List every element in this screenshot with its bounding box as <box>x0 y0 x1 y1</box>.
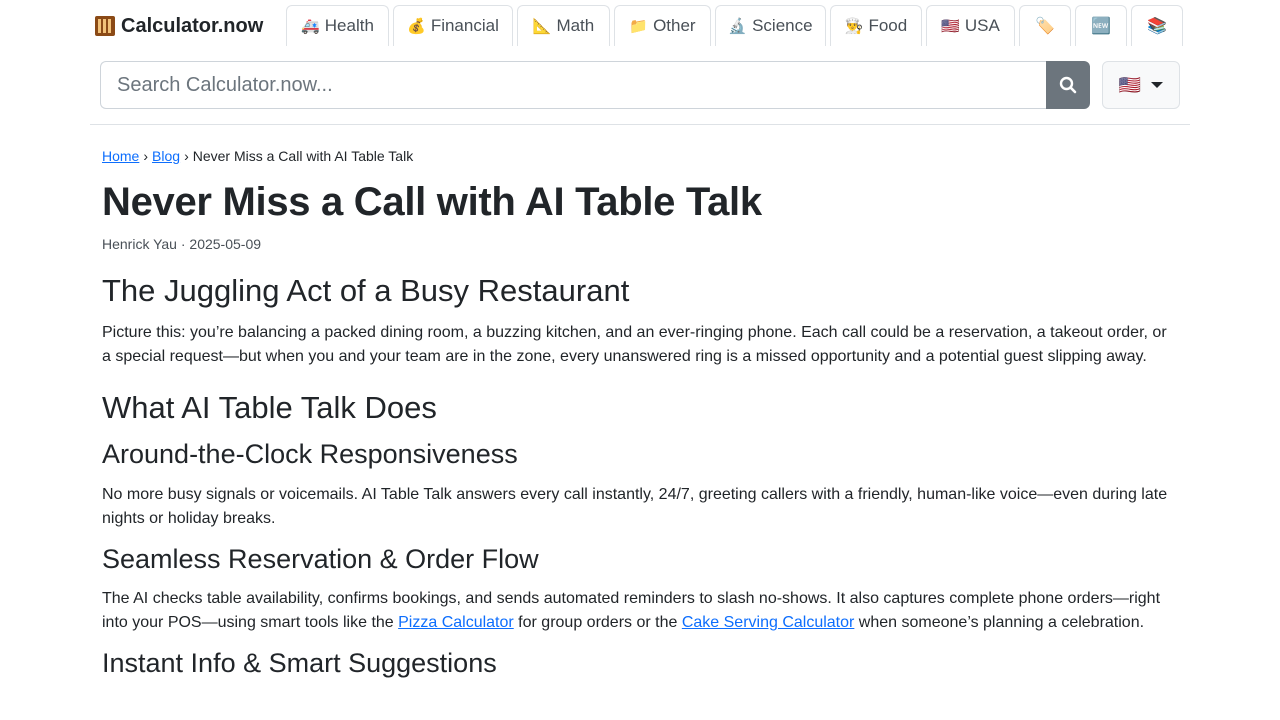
tab-label: Math <box>556 16 595 35</box>
site-header: Calculator.now 🚑 Health 💰 Financial 📐 Ma… <box>90 0 1190 125</box>
subsection-heading: Seamless Reservation & Order Flow <box>102 543 539 574</box>
page-title: Never Miss a Call with AI Table Talk <box>102 180 762 224</box>
paragraph-text: for group orders or the <box>513 614 682 632</box>
caret-down-icon <box>1151 82 1164 88</box>
tab-math[interactable]: 📐 Math <box>517 5 610 46</box>
search-icon <box>1059 76 1077 94</box>
search-bar <box>100 61 1090 109</box>
breadcrumb-separator: › <box>143 148 149 164</box>
abacus-icon <box>95 16 115 36</box>
search-button[interactable] <box>1046 61 1090 109</box>
tab-label: Food <box>868 16 908 35</box>
breadcrumb-current: Never Miss a Call with AI Table Talk <box>192 148 414 164</box>
ambulance-icon: 🚑 <box>301 18 320 35</box>
breadcrumb-separator: › <box>184 148 189 164</box>
tab-other[interactable]: 📁 Other <box>614 5 711 46</box>
tab-label: Health <box>324 16 374 35</box>
subsection-heading: Around-the-Clock Responsiveness <box>102 439 518 470</box>
category-tabs: 🚑 Health 💰 Financial 📐 Math 📁 Other 🔬 Sc… <box>286 5 1187 46</box>
new-badge-icon: 🆕 <box>1091 18 1111 35</box>
paragraph-text: when someone’s planning a celebration. <box>854 614 1145 632</box>
article-meta: Henrick Yau · 2025-05-09 <box>102 236 262 252</box>
article-content: Home › Blog › Never Miss a Call with AI Tabl… <box>102 140 1172 680</box>
folder-icon: 📁 <box>629 18 649 35</box>
subsection-paragraph: No more busy signals or voicemails. AI T… <box>102 485 1168 527</box>
us-flag-icon: 🇺🇸 <box>941 18 960 35</box>
brand-name: Calculator.now <box>121 14 264 37</box>
language-dropdown[interactable]: 🇺🇸 <box>1102 61 1180 109</box>
triangle-ruler-icon: 📐 <box>532 18 552 35</box>
section-heading: The Juggling Act of a Busy Restaurant <box>102 273 630 308</box>
money-bag-icon: 💰 <box>407 18 426 35</box>
chef-icon: 👨‍🍳 <box>844 18 864 35</box>
breadcrumb-home-link[interactable]: Home <box>102 148 139 164</box>
tab-tags[interactable]: 🏷️ <box>1019 5 1071 46</box>
tab-financial[interactable]: 💰 Financial <box>393 5 513 46</box>
tab-label: Other <box>653 16 696 35</box>
tab-blog[interactable]: 📚 <box>1131 5 1183 46</box>
tab-label: USA <box>964 16 1000 35</box>
search-input[interactable] <box>100 61 1047 109</box>
microscope-icon: 🔬 <box>728 18 748 35</box>
tab-new[interactable]: 🆕 <box>1075 5 1127 46</box>
subsection-paragraph: The AI checks table availability, confir… <box>102 587 1172 635</box>
section-heading: What AI Table Talk Does <box>102 390 437 426</box>
cake-serving-calculator-link[interactable]: Cake Serving Calculator <box>682 614 855 631</box>
subsection-heading: Instant Info & Smart Suggestions <box>102 648 497 679</box>
tab-health[interactable]: 🚑 Health <box>286 5 389 46</box>
brand-logo-link[interactable]: Calculator.now <box>95 13 263 39</box>
books-icon: 📚 <box>1147 18 1167 35</box>
us-flag-icon: 🇺🇸 <box>1118 74 1142 95</box>
tab-label: Financial <box>430 16 499 35</box>
tab-label: Science <box>752 16 813 35</box>
tab-food[interactable]: 👨‍🍳 Food <box>830 5 922 46</box>
tag-icon: 🏷️ <box>1035 18 1055 35</box>
breadcrumb: Home › Blog › Never Miss a Call with AI Tabl… <box>102 148 1172 168</box>
tab-science[interactable]: 🔬 Science <box>715 5 826 46</box>
section-paragraph: Picture this: you’re balancing a packed … <box>102 324 1167 366</box>
breadcrumb-blog-link[interactable]: Blog <box>152 148 180 164</box>
pizza-calculator-link[interactable]: Pizza Calculator <box>398 614 514 631</box>
tab-usa[interactable]: 🇺🇸 USA <box>926 5 1015 46</box>
